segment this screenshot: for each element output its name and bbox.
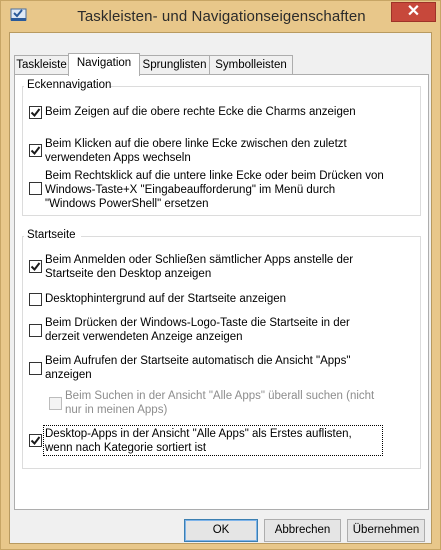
option-line: anzeigen	[45, 369, 92, 381]
windows-key-display-option-label[interactable]: Beim Drücken der Windows-Logo-Taste die …	[45, 316, 350, 344]
option-line: derzeit verwendeten Anzeige anzeigen	[45, 331, 243, 343]
show-apps-view-option-label[interactable]: Beim Aufrufen der Startseite automatisch…	[45, 354, 350, 382]
navigation-tab-panel: Eckennavigation Beim Zeigen auf die ober…	[14, 74, 429, 510]
switch-apps-option-label[interactable]: Beim Klicken auf die obere linke Ecke zw…	[45, 137, 347, 165]
search-everywhere-option-label[interactable]: Beim Suchen in der Ansicht "Alle Apps" ü…	[65, 389, 374, 417]
option-line: Beim Drücken der Windows-Logo-Taste die …	[45, 317, 350, 329]
desktop-apps-first-option-label[interactable]: Desktop-Apps in der Ansicht "Alle Apps" …	[45, 427, 352, 455]
option-line: Beim Klicken auf die obere linke Ecke zw…	[45, 138, 347, 150]
close-button[interactable]: ✕	[391, 2, 436, 22]
option-line: Beim Anmelden oder Schließen sämtlicher …	[45, 254, 354, 266]
title-bar[interactable]: Taskleisten- und Navigationseigenschafte…	[1, 1, 441, 31]
search-everywhere-checkbox[interactable]	[49, 397, 62, 410]
ok-button[interactable]: OK	[184, 519, 258, 542]
option-line: Beim Aufrufen der Startseite automatisch…	[45, 355, 351, 367]
dialog-client-area: Taskleiste Navigation Sprunglisten Symbo…	[9, 32, 432, 544]
charms-checkbox[interactable]	[29, 106, 42, 119]
tab-taskleiste[interactable]: Taskleiste	[14, 55, 69, 74]
powershell-option-label[interactable]: Beim Rechtsklick auf die untere linke Ec…	[45, 169, 384, 211]
group-border	[22, 236, 24, 237]
option-line: "Windows PowerShell" ersetzen	[45, 198, 209, 210]
option-line: Desktop-Apps in der Ansicht "Alle Apps" …	[45, 428, 352, 440]
corner-navigation-title: Eckennavigation	[27, 79, 112, 91]
windows-key-display-checkbox[interactable]	[29, 324, 42, 337]
option-line: nur in meinen Apps)	[65, 404, 168, 416]
group-border	[81, 236, 421, 237]
option-line: Startseite den Desktop anzeigen	[45, 268, 212, 280]
boot-to-desktop-option-label[interactable]: Beim Anmelden oder Schließen sämtlicher …	[45, 253, 353, 281]
tab-symbolleisten[interactable]: Symbolleisten	[209, 55, 293, 74]
check-icon	[30, 262, 41, 272]
boot-to-desktop-checkbox[interactable]	[29, 260, 42, 273]
option-line: wenn nach Kategorie sortiert ist	[45, 442, 207, 454]
option-line: verwendeten Apps wechseln	[45, 152, 191, 164]
dialog-window: Taskleisten- und Navigationseigenschafte…	[0, 0, 441, 550]
cancel-button[interactable]: Abbrechen	[264, 519, 341, 542]
check-icon	[30, 108, 41, 118]
check-icon	[30, 436, 41, 446]
group-border	[110, 86, 421, 87]
switch-apps-checkbox[interactable]	[29, 144, 42, 157]
desktop-background-checkbox[interactable]	[29, 293, 42, 306]
desktop-apps-first-checkbox[interactable]	[29, 434, 42, 447]
option-line: Beim Rechtsklick auf die untere linke Ec…	[45, 170, 384, 182]
group-border	[22, 86, 24, 87]
powershell-checkbox[interactable]	[29, 182, 42, 195]
option-line: Beim Suchen in der Ansicht "Alle Apps" ü…	[65, 390, 375, 402]
check-icon	[30, 146, 41, 156]
apply-button[interactable]: Übernehmen	[347, 519, 425, 542]
tab-sprunglisten[interactable]: Sprunglisten	[139, 55, 210, 74]
option-line: Windows-Taste+X "Eingabeaufforderung" im…	[45, 184, 336, 196]
charms-option-label[interactable]: Beim Zeigen auf die obere rechte Ecke di…	[45, 105, 356, 119]
start-screen-title: Startseite	[27, 229, 76, 241]
show-apps-view-checkbox[interactable]	[29, 362, 42, 375]
tab-navigation[interactable]: Navigation	[68, 53, 140, 76]
desktop-background-option-label[interactable]: Desktophintergrund auf der Startseite an…	[45, 292, 286, 306]
window-title: Taskleisten- und Navigationseigenschafte…	[77, 8, 366, 25]
